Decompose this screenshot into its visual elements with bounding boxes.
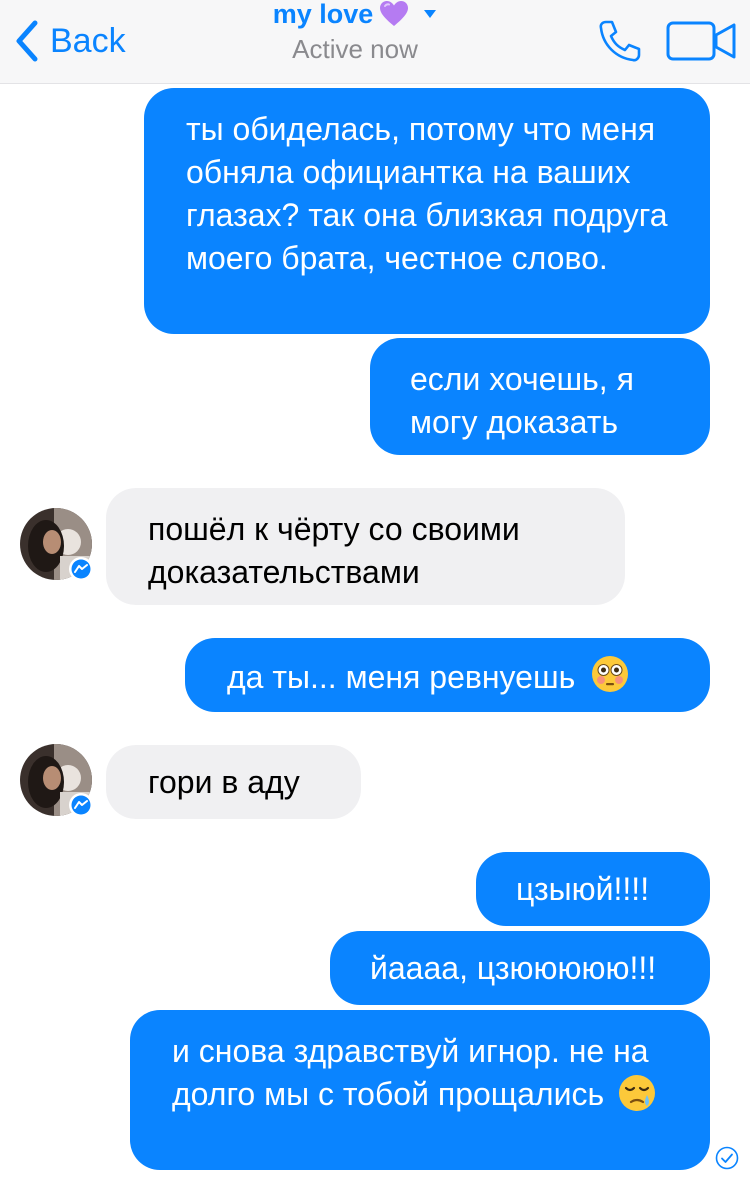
message-text: и снова здравствуй игнор. не на долго мы… xyxy=(172,1033,649,1112)
contact-name: my love xyxy=(272,0,374,29)
outgoing-message-bubble[interactable]: и снова здравствуй игнор. не на долго мы… xyxy=(130,1010,710,1170)
chat-screen: Back my love Active now ты обиделась, по… xyxy=(0,0,750,1190)
sent-check-icon xyxy=(715,1146,739,1170)
message-text: цзыюй!!!! xyxy=(516,871,650,907)
contact-avatar[interactable] xyxy=(20,508,94,582)
video-camera-icon[interactable] xyxy=(666,20,738,62)
message-text: пошёл к чёрту со своими доказательствами xyxy=(148,511,520,590)
message-text: да ты... меня ревнуешь xyxy=(227,659,576,695)
chevron-left-icon xyxy=(16,20,38,62)
message-text: йаааа, цзююююю!!! xyxy=(370,950,657,986)
sleepy-face-icon xyxy=(619,1075,656,1111)
active-status: Active now xyxy=(292,34,418,64)
message-text: гори в аду xyxy=(148,764,300,800)
message-text: ты обиделась, потому что меня обняла офи… xyxy=(186,111,668,276)
back-label: Back xyxy=(50,22,126,60)
outgoing-message-bubble[interactable]: если хочешь, я могу доказать xyxy=(370,338,710,455)
chevron-down-icon xyxy=(424,10,437,18)
incoming-message-bubble[interactable]: гори в аду xyxy=(106,745,361,819)
chat-header: Back my love Active now xyxy=(0,0,750,84)
flushed-face-icon xyxy=(592,656,629,692)
outgoing-message-bubble[interactable]: цзыюй!!!! xyxy=(476,852,710,926)
outgoing-message-bubble[interactable]: да ты... меня ревнуешь xyxy=(185,638,710,712)
incoming-message-bubble[interactable]: пошёл к чёрту со своими доказательствами xyxy=(106,488,625,605)
back-button[interactable]: Back xyxy=(14,16,126,66)
phone-icon[interactable] xyxy=(596,18,642,64)
message-text: если хочешь, я могу доказать xyxy=(410,361,634,440)
contact-avatar[interactable] xyxy=(20,744,94,818)
outgoing-message-bubble[interactable]: ты обиделась, потому что меня обняла офи… xyxy=(144,88,710,334)
contact-title[interactable]: my love Active now xyxy=(230,0,480,62)
purple-heart-icon xyxy=(380,1,409,26)
outgoing-message-bubble[interactable]: йаааа, цзююююю!!! xyxy=(330,931,710,1005)
